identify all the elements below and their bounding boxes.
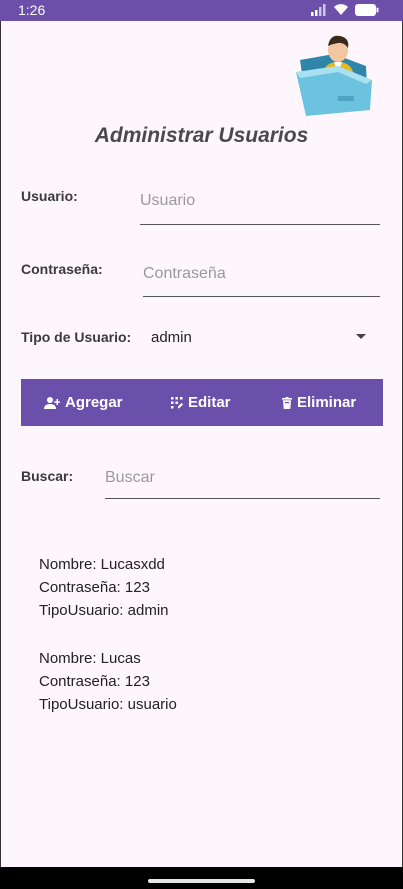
add-button-label: Agregar (65, 394, 123, 411)
battery-icon (355, 3, 379, 16)
list-item[interactable]: Nombre: Lucasxdd Contraseña: 123 TipoUsu… (39, 553, 177, 622)
app-screen: 1:26 Administrar Usuarios Usuario: Usuar… (0, 0, 403, 889)
status-bar: 1:26 (0, 0, 403, 21)
navigation-bar (0, 867, 403, 889)
user-type-dropdown[interactable]: admin (141, 326, 371, 350)
trash-icon (282, 396, 292, 409)
search-label: Buscar: (21, 468, 74, 484)
user-password: Contraseña: 123 (39, 673, 150, 690)
user-type: TipoUsuario: admin (39, 602, 169, 619)
user-name: Nombre: Lucasxdd (39, 556, 165, 573)
user-type-label: Tipo de Usuario: (21, 329, 132, 345)
action-bar: Agregar Editar Eliminar (21, 379, 383, 426)
password-label: Contraseña: (21, 261, 103, 277)
search-input[interactable] (105, 468, 380, 499)
usuario-label: Usuario: (21, 188, 78, 204)
user-name: Nombre: Lucas (39, 650, 141, 667)
usuario-input[interactable] (140, 188, 380, 225)
wifi-icon (333, 3, 349, 16)
user-folder-logo-icon (294, 32, 374, 116)
page-title: Administrar Usuarios (94, 124, 309, 147)
signal-icon (311, 3, 327, 16)
delete-button-label: Eliminar (297, 394, 357, 411)
user-password: Contraseña: 123 (39, 579, 150, 596)
person-add-icon (44, 396, 60, 409)
user-type: TipoUsuario: usuario (39, 696, 177, 713)
user-list: Nombre: Lucasxdd Contraseña: 123 TipoUsu… (39, 553, 177, 741)
status-time: 1:26 (18, 2, 46, 18)
password-input[interactable] (143, 261, 380, 297)
user-type-row: Tipo de Usuario: admin (21, 326, 371, 350)
status-icons (311, 3, 379, 16)
grid-edit-icon (171, 396, 183, 409)
dropdown-arrow-icon (356, 334, 366, 339)
delete-button[interactable]: Eliminar (282, 379, 356, 426)
add-button[interactable]: Agregar (44, 379, 123, 426)
user-type-selected: admin (151, 329, 192, 346)
edit-button-label: Editar (188, 394, 231, 411)
home-gesture-handle[interactable] (148, 879, 255, 883)
edit-button[interactable]: Editar (171, 379, 231, 426)
list-item[interactable]: Nombre: Lucas Contraseña: 123 TipoUsuari… (39, 647, 177, 716)
